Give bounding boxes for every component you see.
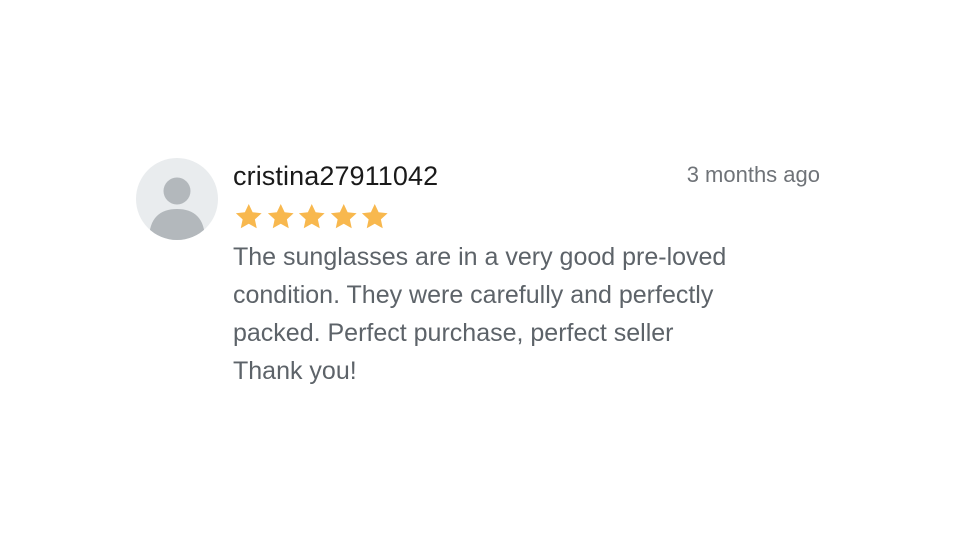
default-user-avatar-icon	[149, 177, 205, 240]
star-icon	[298, 204, 325, 229]
star-icon	[267, 204, 294, 229]
review-text: The sunglasses are in a very good pre-lo…	[233, 243, 727, 385]
reviewer-username[interactable]: cristina27911042	[233, 161, 438, 192]
star-icon	[330, 204, 357, 229]
star-icon	[361, 204, 388, 229]
review-timestamp: 3 months ago	[686, 162, 820, 187]
star-icon	[235, 204, 262, 229]
avatar[interactable]	[136, 158, 218, 240]
star-rating	[233, 202, 391, 232]
